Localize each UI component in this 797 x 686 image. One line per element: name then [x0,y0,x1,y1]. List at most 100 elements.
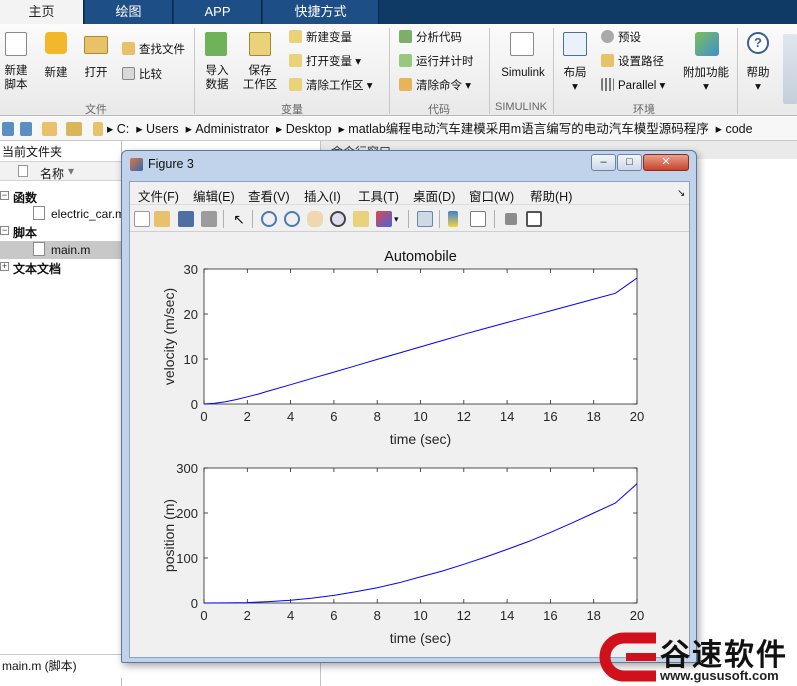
matlab-logo-icon [130,158,143,171]
x-tick-label: 12 [457,608,471,623]
zoom-in-icon[interactable] [261,211,277,227]
new-script-icon [5,32,27,56]
new-variable-button[interactable]: 新建变量 [289,30,352,46]
new-figure-icon[interactable] [134,211,150,227]
clear-commands-button[interactable]: 清除命令 ▾ [399,78,471,94]
new-button[interactable]: 新建 [40,66,72,80]
current-folder-panel: 当前文件夹 名称 ▾ − 函数 electric_car.m − 脚本 main… [0,141,125,686]
collapse-icon[interactable]: − [0,226,9,235]
x-tick-label: 0 [200,608,207,623]
close-button[interactable]: ✕ [643,154,689,171]
save-icon[interactable] [178,211,194,227]
breadcrumb-item[interactable]: Desktop [286,122,332,136]
open-folder-icon [84,36,108,54]
figure-window[interactable]: Figure 3 – □ ✕ 文件(F) 编辑(E) 查看(V) 插入(I) 工… [121,150,697,663]
save-workspace-button[interactable]: 保存 工作区 [240,64,280,92]
breadcrumb-item[interactable]: Users [146,122,179,136]
set-path-button[interactable]: 设置路径 [601,54,664,70]
expand-icon[interactable]: + [0,262,9,271]
analyze-code-label: 分析代码 [416,32,462,44]
column-header[interactable]: 名称 ▾ [0,161,122,181]
figure-title-bar[interactable]: Figure 3 – □ ✕ [122,151,696,179]
import-data-button[interactable]: 导入 数据 [200,64,234,92]
compare-button[interactable]: 比较 [122,67,162,83]
maximize-button[interactable]: □ [617,154,642,171]
y-tick-label: 0 [191,596,198,611]
ribbon-more-icon[interactable] [783,34,797,104]
brush-dropdown-icon[interactable]: ▾ [394,211,402,227]
breadcrumb-item[interactable]: code [725,122,752,136]
run-and-time-button[interactable]: 运行并计时 [399,54,474,70]
group-variable-label: 变量 [281,104,303,116]
find-files-button[interactable]: 查找文件 [122,42,185,58]
menu-tools[interactable]: 工具(T) [358,186,399,205]
open-file-icon[interactable] [154,211,170,227]
breadcrumb[interactable]: ▸ C: ▸ Users ▸ Administrator ▸ Desktop ▸… [107,117,753,141]
simulink-button[interactable]: Simulink [494,66,552,80]
clear-workspace-button[interactable]: 清除工作区 ▾ [289,78,372,94]
x-tick-label: 6 [330,409,337,424]
watermark-logo: 谷速软件 www.gususoft.com [598,628,797,686]
minimize-button[interactable]: – [591,154,616,171]
breadcrumb-item[interactable]: C: [117,122,130,136]
menu-file[interactable]: 文件(F) [138,186,179,205]
brush-icon[interactable] [376,211,392,227]
group-functions[interactable]: − 函数 [0,189,122,205]
tab-home[interactable]: 主页 [0,0,84,24]
menu-desktop[interactable]: 桌面(D) [413,186,455,205]
analyze-code-icon [399,30,412,43]
menu-view[interactable]: 查看(V) [248,186,290,205]
open-variable-button[interactable]: 打开变量 ▾ [289,54,361,70]
parallel-button[interactable]: Parallel ▾ [601,78,665,94]
collapse-icon[interactable]: − [0,191,9,200]
analyze-code-button[interactable]: 分析代码 [399,30,462,46]
y-tick-label: 0 [191,397,198,412]
open-variable-label: 打开变量 [306,56,352,68]
hide-plot-tools-icon[interactable] [505,213,517,225]
compare-icon [122,67,135,80]
breadcrumb-item[interactable]: matlab编程电动汽车建模采用m语言编写的电动汽车模型源码程序 [348,122,708,136]
find-files-icon [122,42,135,55]
x-tick-label: 8 [374,608,381,623]
tab-plots[interactable]: 绘图 [85,0,173,24]
compare-label: 比较 [139,69,162,81]
menu-help[interactable]: 帮助(H) [530,186,572,205]
pan-hand-icon[interactable] [307,211,323,227]
menu-edit[interactable]: 编辑(E) [193,186,235,205]
menu-insert[interactable]: 插入(I) [304,186,341,205]
preferences-button[interactable]: 预设 [601,30,641,46]
dock-arrow-icon[interactable]: ↘ [677,188,685,199]
show-plot-tools-icon[interactable] [526,211,542,227]
file-item[interactable]: electric_car.m [0,206,125,222]
data-cursor-icon[interactable] [353,211,369,227]
breadcrumb-item[interactable]: Administrator [195,122,269,136]
legend-icon[interactable] [470,211,486,227]
add-ons-button[interactable]: 附加功能 ▾ [680,66,732,94]
group-text-documents[interactable]: + 文本文档 [0,260,122,276]
new-script-button[interactable]: 新建 脚本 [0,64,32,92]
forward-icon[interactable] [20,122,32,136]
name-column-label: 名称 [40,167,65,181]
colorbar-icon[interactable] [448,211,458,227]
layout-label: 布局 [563,67,587,79]
file-item-selected[interactable]: main.m [0,241,122,259]
print-icon[interactable] [201,211,217,227]
tab-shortcuts[interactable]: 快捷方式 [263,0,379,24]
up-folder-icon[interactable] [42,122,57,136]
x-tick-label: 16 [543,409,557,424]
open-button[interactable]: 打开 [80,66,112,80]
group-scripts[interactable]: − 脚本 [0,224,122,240]
link-plot-icon[interactable] [417,211,433,227]
layout-button[interactable]: 布局 ▾ [557,66,593,94]
divider [494,210,495,228]
help-button[interactable]: 帮助 ▾ [742,66,774,94]
axes-box [203,268,638,405]
rotate-3d-icon[interactable] [330,211,346,227]
back-icon[interactable] [2,122,14,136]
tab-apps[interactable]: APP [174,0,262,24]
menu-window[interactable]: 窗口(W) [469,186,514,205]
preferences-label: 预设 [618,32,641,44]
browse-folder-icon[interactable] [66,122,82,136]
zoom-out-icon[interactable] [284,211,300,227]
pointer-icon[interactable]: ↖ [231,211,247,227]
